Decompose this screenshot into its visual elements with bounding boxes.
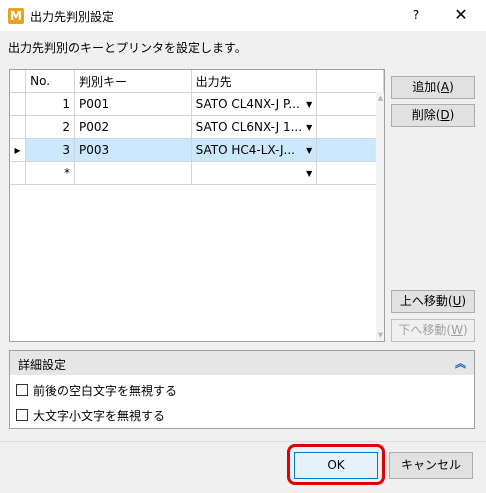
current-row-indicator-icon[interactable]: ▸	[10, 138, 27, 162]
cell-no: 3	[25, 138, 75, 162]
row-header[interactable]	[10, 161, 27, 185]
scroll-down-icon[interactable]: ▼	[376, 331, 384, 339]
close-button[interactable]: ✕	[446, 4, 476, 26]
row-header-corner	[10, 70, 27, 93]
option-label: 大文字小文字を無視する	[33, 408, 166, 423]
destination-value: SATO CL6NX-J 1...	[195, 120, 303, 134]
table-row[interactable]: 2 P002 SATO CL6NX-J 1... ▼	[10, 115, 384, 139]
dropdown-arrow-icon[interactable]: ▼	[306, 123, 312, 132]
new-row-marker: *	[25, 161, 75, 185]
destination-value: SATO CL4NX-J P...	[195, 97, 300, 111]
delete-button[interactable]: 削除(D)	[391, 104, 475, 127]
scroll-up-icon[interactable]: ▲	[376, 94, 384, 102]
cancel-button[interactable]: キャンセル	[389, 452, 473, 479]
cell-destination[interactable]: ▼	[191, 161, 318, 185]
dialog-description: 出力先判別のキーとプリンタを設定します。	[8, 41, 247, 55]
dropdown-arrow-icon[interactable]: ▼	[306, 100, 312, 109]
cell-destination[interactable]: SATO CL4NX-J P... ▼	[191, 92, 318, 116]
detail-settings-header[interactable]: 詳細設定 ︽	[10, 351, 474, 375]
dropdown-arrow-icon[interactable]: ▼	[306, 146, 312, 155]
cell-destination[interactable]: SATO HC4-LX-J... ▼	[191, 138, 318, 162]
dropdown-arrow-icon[interactable]: ▼	[306, 169, 312, 178]
grid-table: No. 判別キー 出力先 1 P001 SATO CL4NX-J P... ▼ 2…	[10, 70, 384, 185]
cell-key[interactable]: P001	[74, 92, 192, 116]
ok-button[interactable]: OK	[294, 452, 378, 479]
move-down-button[interactable]: 下へ移動(W)	[391, 319, 475, 342]
move-up-button[interactable]: 上へ移動(U)	[391, 290, 475, 313]
column-header-no[interactable]: No.	[25, 70, 75, 93]
option-ignore-case[interactable]: 大文字小文字を無視する	[16, 406, 165, 424]
option-label: 前後の空白文字を無視する	[33, 383, 178, 398]
detail-settings-panel: 詳細設定 ︽ 前後の空白文字を無視する 大文字小文字を無視する	[9, 350, 475, 429]
table-row[interactable]: 1 P001 SATO CL4NX-J P... ▼	[10, 92, 384, 116]
checkbox[interactable]	[16, 384, 28, 396]
cell-no: 1	[25, 92, 75, 116]
destination-grid[interactable]: No. 判別キー 出力先 1 P001 SATO CL4NX-J P... ▼ 2…	[9, 69, 385, 342]
vertical-scrollbar[interactable]: ▲ ▼	[376, 92, 384, 341]
column-header-key[interactable]: 判別キー	[74, 70, 192, 93]
collapse-icon[interactable]: ︽	[455, 355, 466, 371]
cell-filler	[316, 161, 384, 185]
cell-destination[interactable]: SATO CL6NX-J 1... ▼	[191, 115, 318, 139]
cell-key[interactable]: P003	[74, 138, 192, 162]
detail-settings-title: 詳細設定	[18, 358, 67, 372]
add-button[interactable]: 追加(A)	[391, 76, 475, 99]
cell-filler	[316, 92, 384, 116]
cell-key[interactable]: P002	[74, 115, 192, 139]
window-title: 出力先判別設定	[30, 10, 115, 24]
destination-value: SATO HC4-LX-J...	[195, 143, 295, 157]
checkbox[interactable]	[16, 409, 28, 421]
grid-header-row: No. 判別キー 出力先	[10, 70, 384, 93]
column-header-filler	[316, 70, 384, 93]
cell-no: 2	[25, 115, 75, 139]
help-button[interactable]: ?	[402, 4, 430, 26]
footer-separator	[0, 441, 486, 442]
option-ignore-whitespace[interactable]: 前後の空白文字を無視する	[16, 381, 177, 399]
row-header[interactable]	[10, 92, 27, 116]
title-bar: M 出力先判別設定 ? ✕	[0, 0, 486, 31]
cell-key[interactable]	[74, 161, 192, 185]
row-header[interactable]	[10, 115, 27, 139]
column-header-destination[interactable]: 出力先	[191, 70, 318, 93]
new-row[interactable]: * ▼	[10, 161, 384, 185]
cell-filler	[316, 115, 384, 139]
cell-filler	[316, 138, 384, 162]
app-icon: M	[8, 8, 24, 24]
table-row-selected[interactable]: ▸ 3 P003 SATO HC4-LX-J... ▼	[10, 138, 384, 162]
